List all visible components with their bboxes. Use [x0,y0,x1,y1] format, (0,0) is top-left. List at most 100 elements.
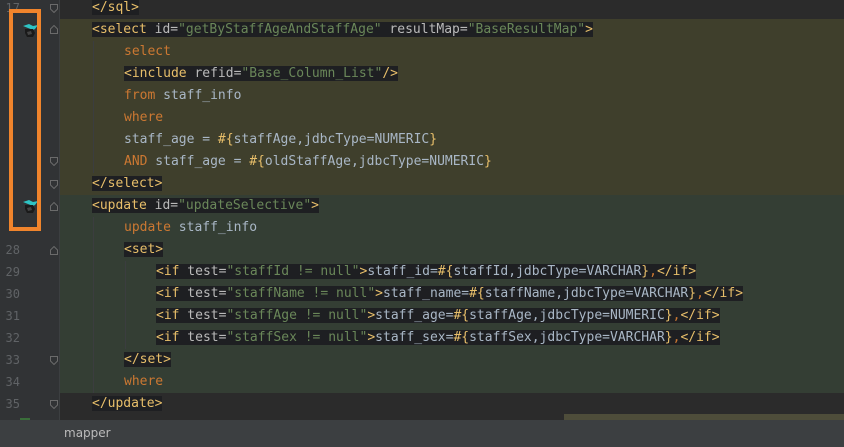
sql-keyword: where [124,374,164,389]
fold-marker-icon[interactable] [50,4,58,13]
attr-name: id= [146,22,179,37]
code-line-18[interactable]: <select id="getByStaffAgeAndStaffAge" re… [60,19,844,41]
param-name: staffAge,jdbcType=NUMERIC [469,308,665,323]
tag-open: <if [156,330,180,345]
fold-marker-icon[interactable] [50,25,58,34]
line-number: 35 [5,397,20,411]
tag-open: <select [92,22,147,37]
attr-name: test= [179,330,227,345]
param-open: #{ [469,286,485,301]
sql-text: staff_age= [375,308,454,323]
code-line-29[interactable]: <if test="staffId != null">staff_id=#{st… [60,261,844,283]
tag-end: > [311,198,319,213]
param-close: } [664,330,673,345]
code-line-30[interactable]: <if test="staffName != null">staff_name=… [60,283,844,305]
line-number: 32 [5,331,20,345]
close-tag: </update> [92,396,163,411]
tag-end: > [375,286,383,301]
line-number: 28 [5,243,20,257]
code-line-35[interactable]: </update> [60,393,844,415]
sql-keyword: from [124,88,156,103]
code-line-22[interactable]: where [60,107,844,129]
line-number: 31 [5,309,20,323]
tag-close: </if> [656,264,697,279]
param-close: } [429,132,438,147]
fold-marker-icon[interactable] [50,400,58,409]
code-line-33[interactable]: </set> [60,349,844,371]
attr-name: id= [146,198,179,213]
sql-keyword: AND [124,154,148,169]
close-tag: </sql> [92,0,139,15]
attr-value: "staffId != null" [226,264,360,279]
sql-text: staff_id= [367,264,438,279]
code-line-23[interactable]: staff_age = #{staffAge,jdbcType=NUMERIC} [60,129,844,151]
attr-name: test= [179,308,227,323]
sql-keyword: where [124,110,164,125]
code-line-28[interactable]: <set> [60,239,844,261]
attr-value: "staffSex != null" [226,330,368,345]
code-editor[interactable]: 17 28 29 30 31 32 33 34 35 </sql> <selec… [0,0,844,420]
breadcrumb[interactable]: mapper [64,420,111,447]
attr-name: test= [179,286,227,301]
code-line-24[interactable]: AND staff_age = #{oldStaffAge,jdbcType=N… [60,151,844,173]
code-line-32[interactable]: <if test="staffSex != null">staff_sex=#{… [60,327,844,349]
param-name: staffName,jdbcType=VARCHAR [484,286,689,301]
param-close: } [664,308,673,323]
code-line-20[interactable]: <include refid="Base_Column_List"/> [60,63,844,85]
tag-end: > [585,22,593,37]
fold-marker-icon[interactable] [50,157,58,166]
code-line-21[interactable]: from staff_info [60,85,844,107]
status-bar: mapper [0,420,844,447]
tag-end: > [367,330,376,345]
param-name: staffId,jdbcType=VARCHAR [453,264,642,279]
fold-marker-icon[interactable] [50,180,58,189]
tag-open: <include [124,66,187,81]
sql-text: staff_sex= [375,330,454,345]
param-open: #{ [217,132,234,147]
param-name: staffAge,jdbcType=NUMERIC [233,132,430,147]
tag-close: </if> [703,286,744,301]
annotation-highlight-box [9,9,41,231]
code-line-26[interactable]: <update id="updateSelective"> [60,195,844,217]
sql-text: staff_age = [147,154,250,169]
attr-value: "BaseResultMap" [467,22,586,37]
param-close: } [641,264,650,279]
sql-text: staff_info [170,220,258,235]
code-line-31[interactable]: <if test="staffAge != null">staff_age=#{… [60,305,844,327]
param-close: } [688,286,697,301]
fold-marker-icon[interactable] [50,356,58,365]
attr-value: "staffName != null" [226,286,376,301]
code-line-17[interactable]: </sql> [60,0,844,19]
code-line-27[interactable]: update staff_info [60,217,844,239]
attr-name: test= [179,264,227,279]
param-open: #{ [437,264,454,279]
sql-text: staff_name= [383,286,470,301]
close-tag: </select> [92,176,163,191]
indent-guide [125,261,126,349]
tag-open: <update [92,198,147,213]
code-line-19[interactable]: select [60,41,844,63]
param-open: #{ [249,154,265,169]
code-line-25[interactable]: </select> [60,173,844,195]
attr-value: "Base_Column_List" [241,66,383,81]
param-name: staffSex,jdbcType=VARCHAR [469,330,665,345]
comma: , [696,286,704,301]
param-name: oldStaffAge,jdbcType=NUMERIC [264,154,485,169]
attr-name: resultMap= [381,22,468,37]
line-number: 33 [5,353,20,367]
sql-text: staff_age = [124,132,218,147]
comma: , [649,264,657,279]
tag-close: </if> [680,308,720,323]
tag-open: <if [156,264,180,279]
indent-guide [93,217,94,393]
code-line-34[interactable]: where [60,371,844,393]
fold-marker-icon[interactable] [50,246,58,255]
tag-close: </if> [680,330,720,345]
fold-marker-icon[interactable] [50,202,58,211]
line-number: 30 [5,287,20,301]
sql-keyword: update [124,220,171,235]
tag-end: > [367,308,376,323]
set-tag: <set> [124,242,164,257]
attr-name: refid= [186,66,242,81]
line-number: 29 [5,265,20,279]
